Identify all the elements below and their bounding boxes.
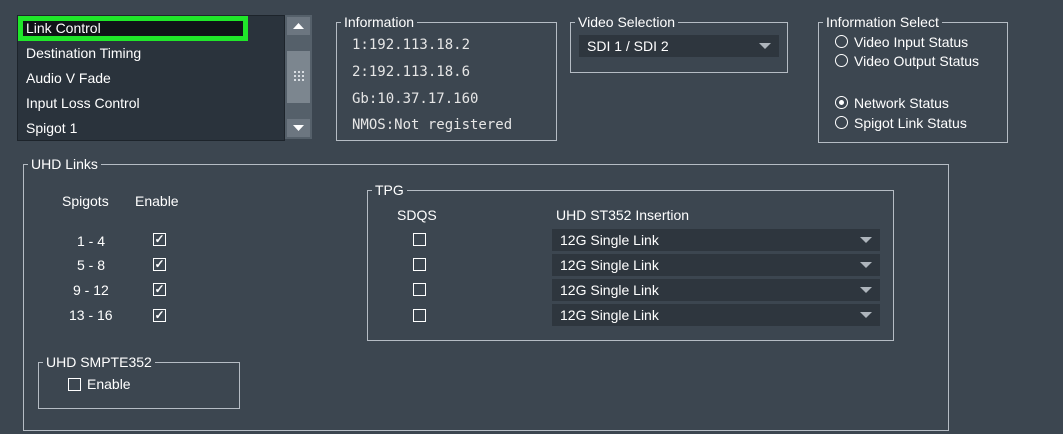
menu-list[interactable]: Link Control Destination Timing Audio V … [17,15,285,141]
spigot-range-label: 1 - 4 [77,233,106,249]
enable-checkbox-9-12[interactable] [153,283,166,296]
list-item-audio-v-fade[interactable]: Audio V Fade [18,66,284,91]
sdqs-header: SDQS [397,207,437,223]
scroll-up-button[interactable] [287,17,310,35]
sdqs-checkbox-2[interactable] [413,258,426,271]
radio-video-input-status[interactable]: Video Input Status [835,33,968,51]
enable-header: Enable [135,193,179,209]
video-selection-dropdown[interactable]: SDI 1 / SDI 2 [579,35,779,57]
radio-selected-icon [835,96,848,109]
insertion-dropdown-3[interactable]: 12G Single Link [552,279,880,301]
video-selection-value: SDI 1 / SDI 2 [587,38,669,54]
insertion-value: 12G Single Link [560,232,659,248]
information-title: Information [344,14,415,30]
chevron-down-icon [860,312,872,318]
insertion-value: 12G Single Link [560,282,659,298]
info-line-1: 1:192.113.18.2 [352,37,471,53]
radio-label: Video Output Status [854,53,980,69]
list-scrollbar[interactable] [284,15,312,139]
information-select-title: Information Select [826,14,939,30]
insertion-dropdown-4[interactable]: 12G Single Link [552,304,880,326]
spigots-header: Spigots [62,193,109,209]
chevron-down-icon [860,262,872,268]
chevron-down-icon [759,43,771,49]
sdqs-checkbox-3[interactable] [413,283,426,296]
insertion-dropdown-1[interactable]: 12G Single Link [552,229,880,251]
scroll-down-button[interactable] [287,119,310,137]
radio-video-output-status[interactable]: Video Output Status [835,52,979,70]
info-line-3: Gb:10.37.17.160 [352,91,479,107]
list-item-link-control[interactable]: Link Control [18,16,248,41]
grip-icon [294,71,304,81]
spigot-range-label: 5 - 8 [77,257,106,273]
radio-icon [835,116,848,129]
enable-checkbox-1-4[interactable] [153,233,166,246]
chevron-down-icon [860,287,872,293]
radio-icon [835,54,848,67]
insertion-dropdown-2[interactable]: 12G Single Link [552,254,880,276]
scroll-thumb[interactable] [287,51,310,103]
sdqs-checkbox-4[interactable] [413,309,426,322]
video-selection-title: Video Selection [578,14,676,30]
uhd-smpte352-title: UHD SMPTE352 [46,354,152,370]
radio-spigot-link-status[interactable]: Spigot Link Status [835,114,967,132]
sdqs-checkbox-1[interactable] [413,233,426,246]
spigot-range-label: 13 - 16 [69,307,113,323]
chevron-up-icon [293,23,304,29]
list-item-spigot-1[interactable]: Spigot 1 [18,116,284,140]
info-line-2: 2:192.113.18.6 [352,64,471,80]
chevron-down-icon [860,237,872,243]
insertion-value: 12G Single Link [560,257,659,273]
enable-checkbox-5-8[interactable] [153,258,166,271]
smpte352-enable-label: Enable [87,376,131,392]
tpg-title: TPG [375,182,404,198]
radio-label: Video Input Status [854,34,969,50]
radio-network-status[interactable]: Network Status [835,94,949,112]
list-item-destination-timing[interactable]: Destination Timing [18,41,284,66]
info-line-4: NMOS:Not registered [352,117,513,133]
insertion-header: UHD ST352 Insertion [556,207,690,223]
spigot-range-label: 9 - 12 [73,282,109,298]
insertion-value: 12G Single Link [560,307,659,323]
radio-label: Spigot Link Status [854,115,967,131]
smpte352-enable-checkbox[interactable] [68,378,81,391]
enable-checkbox-13-16[interactable] [153,309,166,322]
chevron-down-icon [293,125,304,131]
uhd-links-title: UHD Links [31,156,98,172]
radio-icon [835,35,848,48]
radio-label: Network Status [854,95,949,111]
list-item-input-loss-control[interactable]: Input Loss Control [18,91,284,116]
